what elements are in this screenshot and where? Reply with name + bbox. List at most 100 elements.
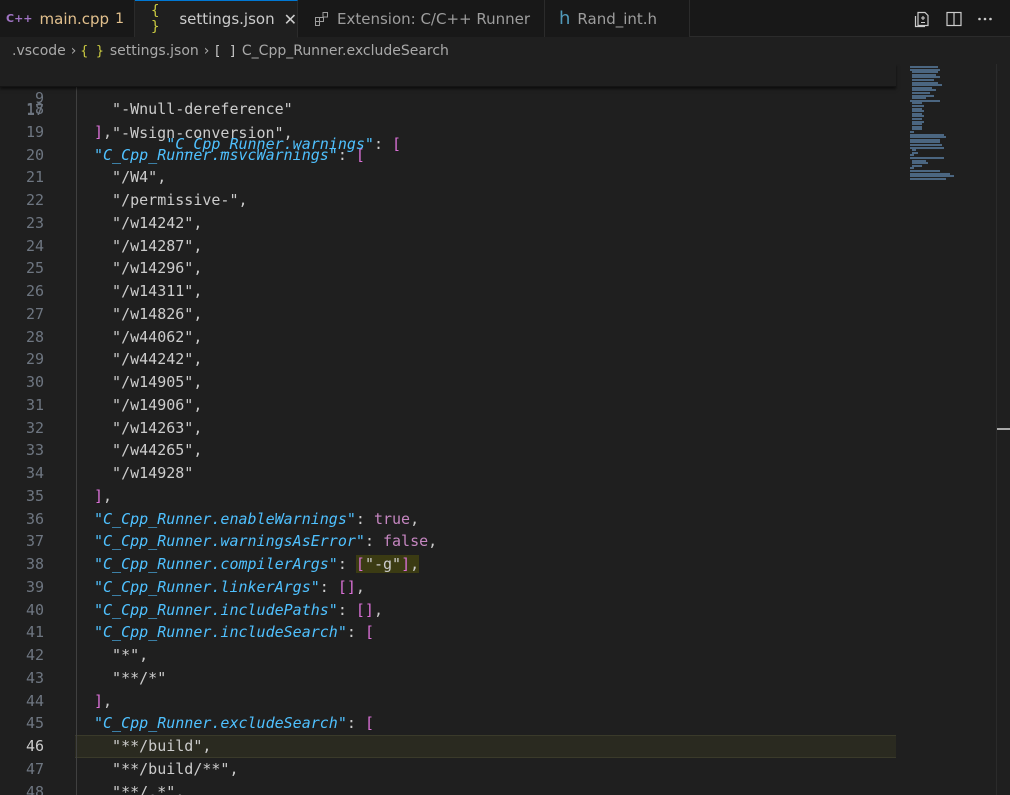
line-number: 44 [25, 691, 44, 710]
code-line: 25 "/w14296", [0, 257, 896, 280]
code-line: 39 "C_Cpp_Runner.linkerArgs": [], [0, 576, 896, 599]
line-number: 41 [25, 623, 44, 642]
code-text: "**/.*", [94, 782, 185, 795]
close-icon[interactable]: ✕ [284, 10, 297, 29]
line-number: 32 [25, 418, 44, 437]
line-number: 9 [34, 89, 44, 107]
tab-settings-json[interactable]: { } settings.json ✕ [135, 0, 298, 38]
line-number: 39 [25, 577, 44, 596]
code-text: "/w44265", [94, 441, 203, 460]
code-editor[interactable]: 17 "-Wsign-conversion", 9 "C_Cpp_Runner.… [0, 64, 1010, 795]
breadcrumb-folder[interactable]: .vscode [12, 43, 66, 59]
code-text: "/w14242", [94, 213, 203, 232]
line-number: 47 [25, 759, 44, 778]
code-text: "C_Cpp_Runner.warningsAsError": false, [94, 532, 438, 551]
code-line: 29 "/w44242", [0, 348, 896, 371]
code-text: "**/build/**", [94, 759, 239, 778]
line-number: 21 [25, 168, 44, 187]
scrollbar-cursor-marker [997, 428, 1010, 430]
open-changes-icon[interactable] [914, 10, 932, 28]
line-number: 24 [25, 236, 44, 255]
code-line: 24 "/w14287", [0, 235, 896, 258]
code-line: 45 "C_Cpp_Runner.excludeSearch": [ [0, 712, 896, 735]
code-text: "**/build", [94, 737, 212, 755]
code-text: ], [94, 691, 113, 710]
line-number: 26 [25, 282, 44, 300]
code-line: 46 "**/build", [0, 735, 896, 758]
json-icon: { } [151, 3, 160, 35]
tab-main-cpp[interactable]: C++ main.cpp 1 [0, 0, 135, 37]
code-line: 26 "/w14311", [0, 280, 896, 303]
line-number: 37 [25, 532, 44, 551]
breadcrumb-symbol[interactable]: C_Cpp_Runner.excludeSearch [242, 43, 449, 59]
line-number: 33 [25, 441, 44, 460]
code-line: 43 "**/*" [0, 667, 896, 690]
code-text: "C_Cpp_Runner.linkerArgs": [], [94, 577, 365, 596]
code-line: 35], [0, 485, 896, 508]
code-line: 27 "/w14826", [0, 303, 896, 326]
line-number: 22 [25, 191, 44, 209]
tab-label: Extension: C/C++ Runner [337, 9, 531, 28]
code-text: "/w14928" [94, 464, 194, 482]
code-line: 38 "C_Cpp_Runner.compilerArgs": ["-g"], [0, 553, 896, 576]
code-line: 30 "/w14905", [0, 371, 896, 394]
code-line: 31 "/w14906", [0, 394, 896, 417]
more-actions-icon[interactable] [976, 10, 994, 28]
code-line: 36 "C_Cpp_Runner.enableWarnings": true, [0, 508, 896, 531]
code-text: "C_Cpp_Runner.warnings": [ [166, 135, 402, 153]
code-text: "C_Cpp_Runner.includePaths": [], [94, 600, 383, 619]
problem-count-badge: 1 [115, 10, 124, 27]
line-number: 31 [25, 395, 44, 414]
code-text: "/permissive-", [94, 191, 248, 209]
line-number: 38 [25, 555, 44, 573]
line-number: 30 [25, 373, 44, 391]
line-number: 25 [25, 259, 44, 278]
code-line: 34 "/w14928" [0, 462, 896, 485]
editor-actions [914, 0, 1010, 37]
code-text: "/w14296", [94, 259, 203, 278]
line-number: 34 [25, 464, 44, 482]
code-line: 37 "C_Cpp_Runner.warningsAsError": false, [0, 530, 896, 553]
minimap-line [910, 177, 946, 180]
code-text: "C_Cpp_Runner.includeSearch": [ [94, 623, 374, 642]
sticky-scroll-header[interactable]: 9 "C_Cpp_Runner.warnings": [ [0, 64, 896, 153]
code-line: 28 "/w44062", [0, 326, 896, 349]
tab-extension-runner[interactable]: Extension: C/C++ Runner [298, 0, 545, 37]
vertical-scrollbar[interactable] [996, 64, 1010, 795]
array-icon: [ ] [213, 43, 237, 59]
code-line: 40 "C_Cpp_Runner.includePaths": [], [0, 599, 896, 622]
code-text: "/w44242", [94, 350, 203, 369]
breadcrumb-file[interactable]: settings.json [110, 43, 199, 59]
code-line: 44], [0, 690, 896, 713]
code-text: "*", [94, 646, 149, 664]
code-text: "/w14826", [94, 304, 203, 323]
code-text: "C_Cpp_Runner.enableWarnings": true, [94, 509, 420, 528]
minimap[interactable] [904, 64, 996, 184]
cpp-icon: C++ [6, 12, 33, 25]
code-text: "**/*" [94, 668, 167, 687]
tab-bar: C++ main.cpp 1 { } settings.json ✕ Exten… [0, 0, 1010, 38]
code-text: "C_Cpp_Runner.compilerArgs": ["-g"], [94, 555, 420, 573]
code-text: "/w14906", [94, 395, 203, 414]
json-icon: { } [80, 43, 104, 59]
line-number: 46 [25, 737, 44, 755]
code-line: 23 "/w14242", [0, 212, 896, 235]
line-number: 29 [25, 350, 44, 369]
chevron-right-icon: › [70, 43, 77, 59]
code-text: "C_Cpp_Runner.excludeSearch": [ [94, 714, 374, 733]
chevron-right-icon: › [203, 43, 210, 59]
line-number: 27 [25, 304, 44, 323]
line-number: 36 [25, 509, 44, 528]
extension-icon [314, 11, 330, 27]
line-number: 40 [25, 600, 44, 619]
tab-rand-int-h[interactable]: h Rand_int.h [545, 0, 690, 37]
code-text: "/w14905", [94, 373, 203, 391]
code-text: "/w14263", [94, 418, 203, 437]
code-line: 22 "/permissive-", [0, 189, 896, 212]
breadcrumb: .vscode › { } settings.json › [ ] C_Cpp_… [0, 38, 1010, 64]
line-number: 45 [25, 714, 44, 733]
line-number: 28 [25, 327, 44, 346]
tab-label: main.cpp [39, 9, 110, 28]
line-number: 43 [25, 668, 44, 687]
split-editor-icon[interactable] [945, 10, 963, 28]
